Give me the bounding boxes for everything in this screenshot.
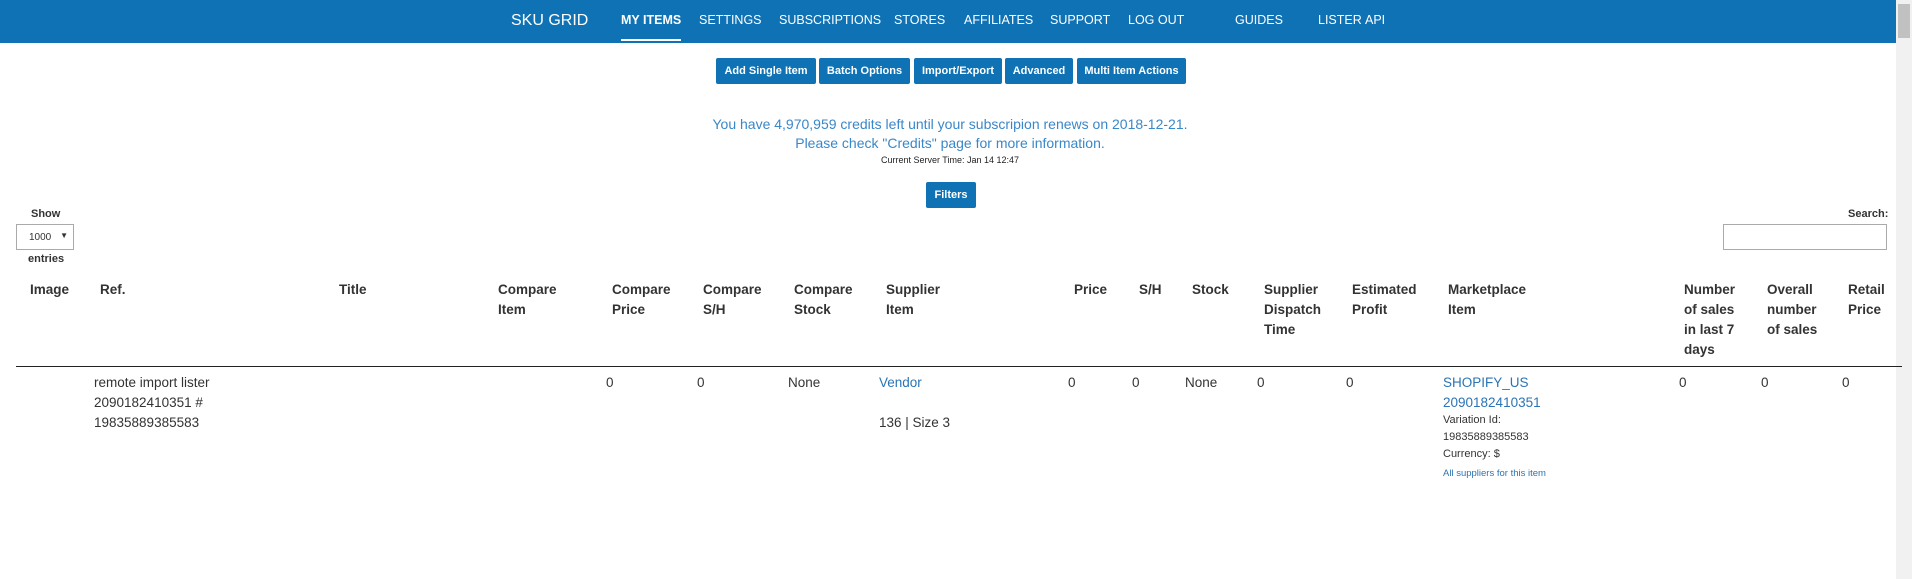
col-retail-price[interactable]: Retail Price [1848,280,1894,320]
all-suppliers-link[interactable]: All suppliers for this item [1443,464,1546,484]
col-overall-sales[interactable]: Overall number of sales [1767,280,1825,340]
brand-logo[interactable]: SKU GRID [511,12,588,30]
compare-sh-value: 0 [697,375,705,390]
retail-price-value: 0 [1842,375,1850,390]
nav-lister[interactable]: LISTER [1318,13,1362,27]
col-sh[interactable]: S/H [1139,280,1162,300]
ref-line-1: remote import lister [94,375,210,390]
variation-id: 19835889385583 [1443,431,1529,443]
col-title[interactable]: Title [339,280,367,300]
col-supplier-item[interactable]: Supplier Item [886,280,956,320]
entries-label: entries [28,253,65,265]
search-label: Search: [1848,208,1889,220]
marketplace-link[interactable]: SHOPIFY_US [1443,373,1529,393]
col-marketplace-item[interactable]: Marketplace Item [1448,280,1538,320]
compare-price-value: 0 [606,375,614,390]
col-compare-sh[interactable]: Compare S/H [703,280,773,320]
ref-line-2: 2090182410351 # [94,395,203,410]
scrollbar-thumb[interactable] [1898,4,1910,38]
page-scrollbar[interactable] [1896,0,1912,579]
nav-my-items[interactable]: MY ITEMS [621,13,682,41]
import-export-button[interactable]: Import/Export [914,58,1002,84]
ref-line-3: 19835889385583 [94,415,200,430]
page-size-value: 1000 [29,232,52,243]
sales-7-value: 0 [1679,375,1687,390]
col-image[interactable]: Image [30,280,69,300]
nav-subscriptions[interactable]: SUBSCRIPTIONS [779,13,881,27]
col-compare-stock[interactable]: Compare Stock [794,280,864,320]
nav-settings[interactable]: SETTINGS [699,13,762,27]
sh-value: 0 [1132,375,1140,390]
table-header-divider [16,366,1902,367]
server-time: Current Server Time: Jan 14 12:47 [880,155,1020,165]
nav-affiliates[interactable]: AFFILIATES [964,13,1033,27]
overall-sales-value: 0 [1761,375,1769,390]
page-size-select[interactable]: 1000 ▼ [16,224,74,250]
nav-guides[interactable]: GUIDES [1235,13,1283,27]
advanced-button[interactable]: Advanced [1005,58,1073,84]
supplier-variant: 136 | Size 3 [879,415,951,430]
top-navbar: SKU GRID MY ITEMS SETTINGS SUBSCRIPTIONS… [0,0,1912,43]
col-compare-price[interactable]: Compare Price [612,280,682,320]
col-price[interactable]: Price [1074,280,1107,300]
col-stock[interactable]: Stock [1192,280,1229,300]
col-compare-item[interactable]: Compare Item [498,280,570,320]
currency: Currency: $ [1443,448,1500,460]
credits-message: You have 4,970,959 credits left until yo… [712,116,1188,132]
col-dispatch-time[interactable]: Supplier Dispatch Time [1264,280,1334,340]
col-estimated-profit[interactable]: Estimated Profit [1352,280,1426,320]
supplier-vendor-link[interactable]: Vendor [879,373,922,393]
nav-support[interactable]: SUPPORT [1050,13,1110,27]
search-input[interactable] [1723,224,1887,250]
add-single-item-button[interactable]: Add Single Item [716,58,816,84]
nav-log-out[interactable]: LOG OUT [1128,13,1184,27]
show-label: Show [31,208,61,220]
profit-value: 0 [1346,375,1354,390]
multi-item-actions-button[interactable]: Multi Item Actions [1077,58,1186,84]
marketplace-id-link[interactable]: 2090182410351 [1443,393,1541,413]
batch-options-button[interactable]: Batch Options [819,58,910,84]
filters-button[interactable]: Filters [926,182,976,208]
compare-stock-value: None [788,375,821,390]
chevron-down-icon: ▼ [60,231,68,240]
dispatch-value: 0 [1257,375,1265,390]
nav-stores[interactable]: STORES [894,13,945,27]
price-value: 0 [1068,375,1076,390]
col-ref[interactable]: Ref. [100,280,126,300]
variation-label: Variation Id: [1443,414,1501,426]
nav-api[interactable]: API [1365,13,1385,27]
credits-info-link[interactable]: Please check "Credits" page for more inf… [0,135,1900,151]
col-sales-7-days[interactable]: Number of sales in last 7 days [1684,280,1748,360]
stock-value: None [1185,375,1218,390]
